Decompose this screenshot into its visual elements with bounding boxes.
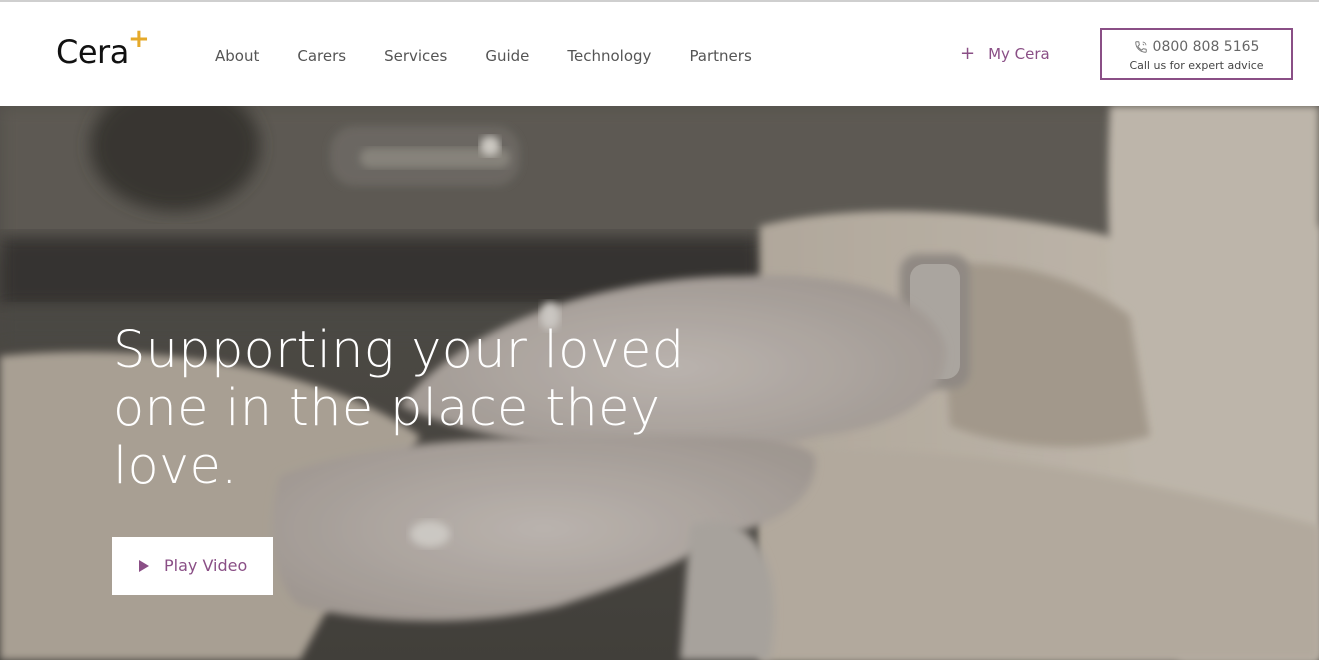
main-nav: About Carers Services Guide Technology P… — [215, 46, 790, 66]
site-header: Cera + About Carers Services Guide Techn… — [0, 2, 1319, 106]
plus-icon: + — [960, 43, 976, 64]
logo-plus-icon: + — [128, 24, 150, 54]
call-us-button[interactable]: 0800 808 5165 Call us for expert advice — [1100, 28, 1293, 80]
nav-item-technology[interactable]: Technology — [567, 46, 651, 66]
hero-video-banner: Supporting your loved one in the place t… — [0, 106, 1319, 660]
nav-item-services[interactable]: Services — [384, 46, 447, 66]
nav-item-about[interactable]: About — [215, 46, 259, 66]
logo-text: Cera — [56, 33, 129, 71]
phone-number: 0800 808 5165 — [1152, 39, 1260, 55]
my-cera-label: My Cera — [988, 45, 1050, 63]
play-video-button[interactable]: Play Video — [112, 537, 273, 595]
my-cera-link[interactable]: + My Cera — [960, 44, 1050, 64]
nav-item-partners[interactable]: Partners — [689, 46, 751, 66]
play-video-label: Play Video — [164, 556, 248, 575]
hero-headline: Supporting your loved one in the place t… — [113, 321, 685, 496]
phone-icon — [1134, 41, 1147, 53]
nav-item-guide[interactable]: Guide — [485, 46, 529, 66]
phone-subtitle: Call us for expert advice — [1129, 59, 1264, 72]
nav-item-carers[interactable]: Carers — [297, 46, 346, 66]
play-icon — [139, 560, 149, 572]
logo[interactable]: Cera + — [56, 26, 150, 72]
